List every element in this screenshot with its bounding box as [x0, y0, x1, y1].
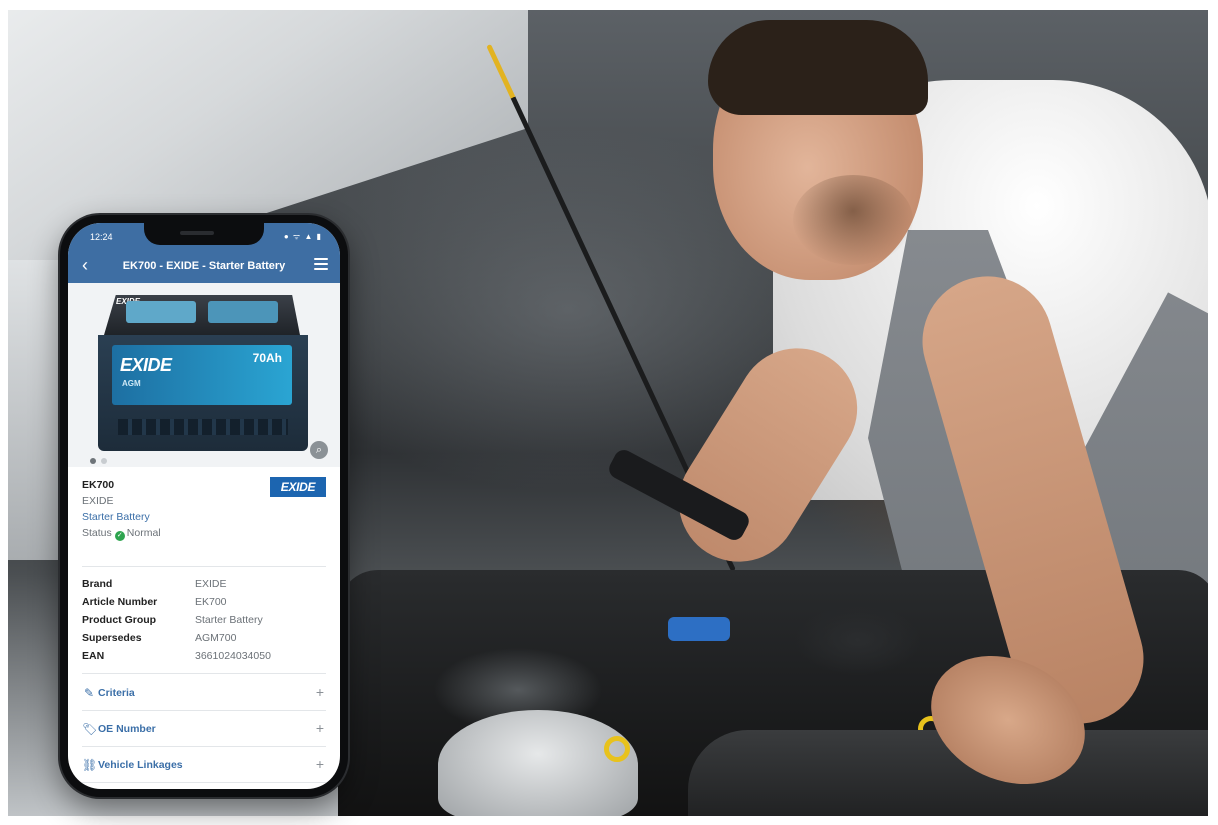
- detail-row: Product Group Starter Battery: [82, 611, 326, 629]
- detail-key: Brand: [82, 578, 113, 590]
- section-label: Criteria: [98, 687, 135, 699]
- zoom-icon[interactable]: ⌕: [310, 441, 328, 459]
- divider: [82, 673, 326, 674]
- status-value: Normal: [126, 527, 161, 539]
- detail-value: EK700: [195, 596, 227, 608]
- expand-plus-icon[interactable]: +: [316, 684, 324, 700]
- battery-label: EXIDE AGM 70Ah: [112, 345, 292, 405]
- summary-status: Status ✓ Normal: [82, 525, 326, 541]
- link-icon: ⛓: [82, 758, 98, 772]
- detail-key: Product Group: [82, 614, 157, 626]
- detail-value: AGM700: [195, 632, 237, 644]
- divider: [82, 566, 326, 567]
- battery-brand-text: EXIDE: [120, 355, 172, 375]
- page-title: EK700 - EXIDE - Starter Battery: [122, 260, 286, 272]
- detail-value: 3661024034050: [195, 650, 271, 662]
- coolant-reservoir: [438, 710, 638, 816]
- status-icons: ● ᯤ ▲ ▮: [283, 232, 322, 241]
- battery-top: EXIDE: [104, 295, 300, 335]
- pencil-icon: ✎: [83, 686, 95, 700]
- detail-value: EXIDE: [195, 578, 227, 590]
- detail-row: Supersedes AGM700: [82, 629, 326, 647]
- summary-product-group[interactable]: Starter Battery: [82, 509, 326, 525]
- back-icon[interactable]: ‹: [82, 255, 88, 275]
- oil-dipstick-ring: [604, 736, 630, 762]
- gallery-pagination: [90, 451, 112, 469]
- mechanic-beard: [793, 175, 913, 265]
- battery-type-text: AGM: [122, 379, 141, 388]
- section-oe-number[interactable]: 🏷 OE Number +: [68, 711, 340, 747]
- detail-key: EAN: [82, 650, 105, 662]
- expand-plus-icon[interactable]: +: [316, 756, 324, 772]
- phone-screen: 12:24 ● ᯤ ▲ ▮ ‹ EK700 - EXIDE - Starter …: [68, 223, 340, 789]
- battery-cover-right: [208, 301, 278, 323]
- gallery-dot[interactable]: [101, 458, 107, 464]
- battery-capacity-text: 70Ah: [252, 351, 282, 365]
- detail-key: Supersedes: [82, 632, 142, 644]
- status-label: Status: [82, 527, 112, 539]
- detail-row: Brand EXIDE: [82, 575, 326, 593]
- phone-mockup: 12:24 ● ᯤ ▲ ▮ ‹ EK700 - EXIDE - Starter …: [60, 215, 348, 797]
- app-bar: ‹ EK700 - EXIDE - Starter Battery: [68, 249, 340, 283]
- gallery-dot-active[interactable]: [90, 458, 96, 464]
- section-label: OE Number: [98, 723, 156, 735]
- product-image-gallery[interactable]: EXIDE EXIDE AGM 70Ah ⌕: [68, 283, 340, 467]
- expand-plus-icon[interactable]: +: [316, 720, 324, 736]
- detail-key: Article Number: [82, 596, 158, 608]
- product-details: Brand EXIDE Article Number EK700 Product…: [82, 575, 326, 665]
- detail-value: Starter Battery: [195, 614, 263, 626]
- tag-icon: 🏷: [82, 722, 98, 736]
- detail-row: Article Number EK700: [82, 593, 326, 611]
- product-summary: EK700 EXIDE Starter Battery Status ✓ Norma…: [82, 477, 326, 563]
- detail-row: EAN 3661024034050: [82, 647, 326, 665]
- battery-grip: [118, 419, 288, 435]
- battery-image: EXIDE EXIDE AGM 70Ah: [98, 295, 308, 455]
- section-vehicle-linkages[interactable]: ⛓ Vehicle Linkages +: [68, 747, 340, 783]
- washer-fluid-cap: [668, 617, 730, 641]
- check-circle-icon: ✓: [114, 531, 125, 541]
- phone-notch: [144, 223, 264, 245]
- battery-front: EXIDE AGM 70Ah: [98, 335, 308, 451]
- status-time: 12:24: [90, 232, 113, 242]
- brand-logo: EXIDE: [270, 477, 326, 497]
- section-label: Vehicle Linkages: [98, 759, 183, 771]
- mechanic-hair: [708, 20, 928, 115]
- battery-cover-left: [126, 301, 196, 323]
- section-criteria[interactable]: ✎ Criteria +: [68, 675, 340, 711]
- hamburger-menu-icon[interactable]: [314, 258, 328, 270]
